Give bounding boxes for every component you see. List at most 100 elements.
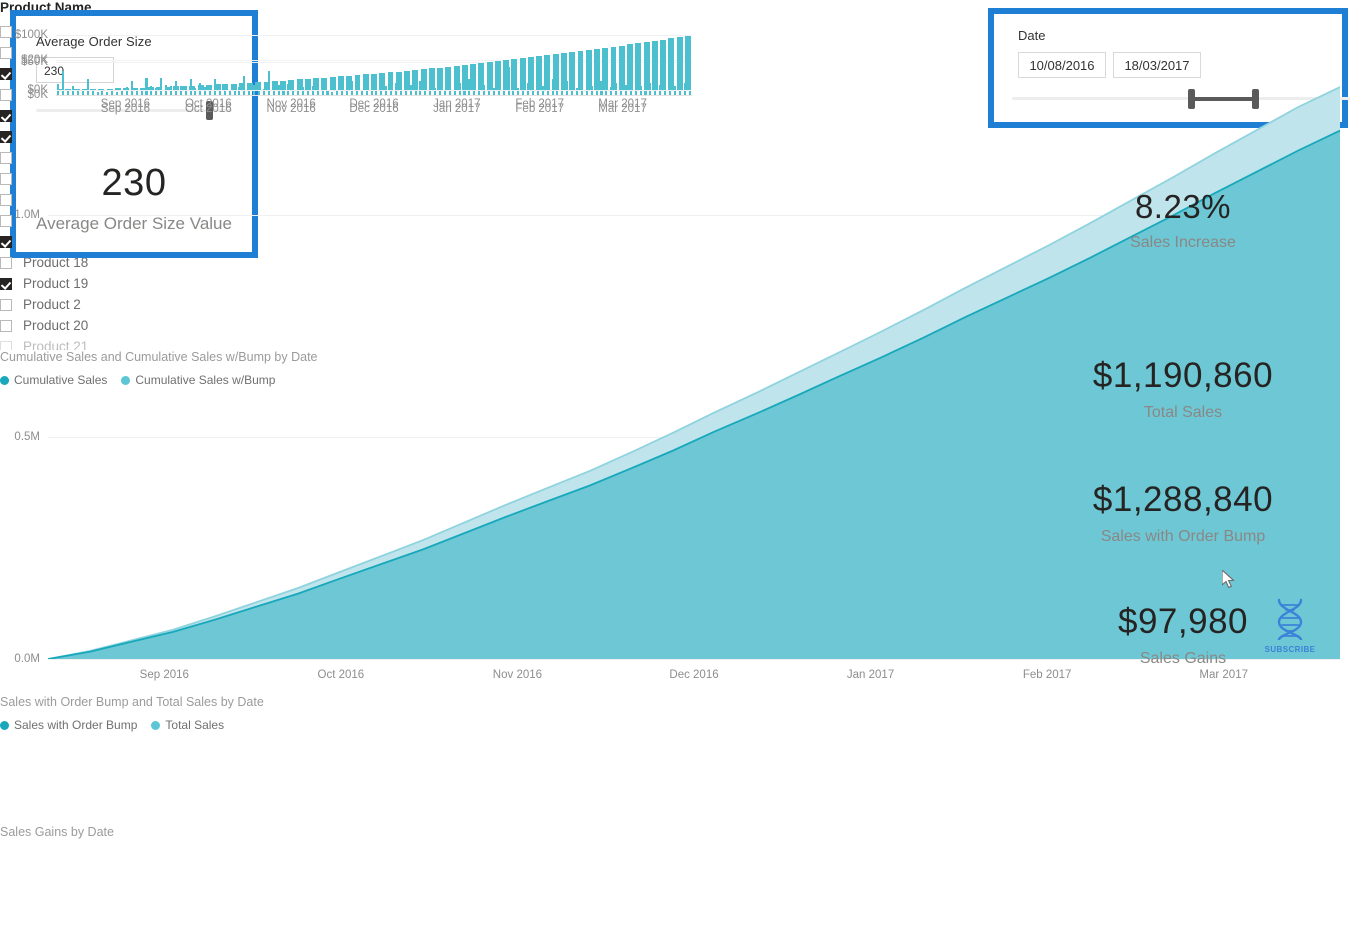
bar[interactable]	[255, 82, 262, 90]
bar[interactable]	[676, 37, 683, 90]
bar[interactable]	[98, 88, 105, 90]
checkbox-icon[interactable]	[0, 214, 12, 227]
bar[interactable]	[635, 43, 642, 90]
bar[interactable]	[222, 84, 229, 90]
checkbox-icon[interactable]	[0, 151, 12, 164]
bar[interactable]	[470, 64, 477, 90]
bar[interactable]	[552, 54, 559, 90]
bar[interactable]	[660, 39, 667, 90]
bar[interactable]	[379, 73, 386, 90]
bar[interactable]	[321, 77, 328, 90]
sales-with-order-bump-chart[interactable]: Sales with Order Bump and Total Sales by…	[0, 54, 700, 825]
bar[interactable]	[420, 69, 427, 90]
legend-item-sales-with-order-bump[interactable]: Sales with Order Bump	[0, 718, 137, 732]
bar[interactable]	[280, 80, 287, 90]
bar[interactable]	[123, 88, 130, 90]
bar[interactable]	[668, 38, 675, 90]
bar[interactable]	[81, 89, 88, 90]
bar[interactable]	[197, 85, 204, 90]
bar[interactable]	[156, 87, 163, 90]
bar[interactable]	[585, 50, 592, 90]
bar[interactable]	[618, 45, 625, 90]
bar[interactable]	[90, 89, 97, 90]
checkbox-icon[interactable]	[0, 172, 12, 185]
bar[interactable]	[627, 44, 634, 90]
bar[interactable]	[96, 91, 99, 95]
bar[interactable]	[331, 91, 334, 95]
bar[interactable]	[387, 72, 394, 90]
bar[interactable]	[131, 87, 138, 90]
bar[interactable]	[271, 81, 278, 90]
chart-legend[interactable]: Sales with Order Bump Total Sales	[0, 718, 700, 732]
bar[interactable]	[164, 86, 171, 90]
bar[interactable]	[172, 86, 179, 90]
bar[interactable]	[263, 81, 270, 90]
bar[interactable]	[73, 89, 80, 90]
kpi-sales-with-order-bump[interactable]: $1,288,840 Sales with Order Bump	[1033, 481, 1333, 546]
bar[interactable]	[412, 69, 419, 90]
checkbox-icon[interactable]	[0, 193, 12, 206]
bar[interactable]	[189, 85, 196, 90]
legend-item-total-sales[interactable]: Total Sales	[151, 718, 224, 732]
bar[interactable]	[329, 77, 336, 90]
bar[interactable]	[536, 56, 543, 90]
cumulative-sales-chart[interactable]: Cumulative Sales and Cumulative Sales w/…	[0, 86, 1340, 695]
bar[interactable]	[181, 86, 187, 90]
bar[interactable]	[445, 66, 452, 90]
bar[interactable]	[354, 75, 361, 90]
bar[interactable]	[101, 90, 104, 95]
bar[interactable]	[503, 60, 510, 90]
bar[interactable]	[362, 74, 369, 90]
sales-gains-chart[interactable]: Sales Gains by Date $0K $50K $100K Sep 2016…	[0, 29, 700, 947]
bar[interactable]	[544, 55, 551, 90]
bar[interactable]	[519, 58, 526, 90]
bar[interactable]	[288, 80, 295, 90]
bar[interactable]	[326, 90, 329, 95]
checkbox-checked-icon[interactable]	[0, 67, 12, 80]
bar[interactable]	[561, 53, 567, 90]
kpi-total-sales[interactable]: $1,190,860 Total Sales	[1033, 357, 1333, 422]
gains-plot[interactable]: $0K $50K $100K Sep 2016 Oct 2016 Nov 2016 Dec …	[15, 28, 692, 110]
checkbox-checked-icon[interactable]	[0, 109, 12, 122]
bar[interactable]	[371, 73, 377, 90]
bar[interactable]	[428, 68, 435, 90]
bar[interactable]	[76, 90, 80, 95]
bar[interactable]	[148, 87, 154, 90]
bar[interactable]	[651, 40, 658, 90]
bar[interactable]	[337, 76, 344, 90]
bar[interactable]	[65, 89, 72, 90]
bar[interactable]	[304, 78, 311, 90]
bar[interactable]	[116, 91, 119, 95]
checkbox-icon[interactable]	[0, 319, 12, 332]
bar[interactable]	[511, 59, 518, 90]
bar[interactable]	[486, 62, 493, 90]
bar[interactable]	[238, 83, 245, 90]
bar[interactable]	[346, 75, 353, 90]
bar[interactable]	[437, 67, 444, 90]
bar[interactable]	[594, 48, 600, 90]
bar[interactable]	[139, 87, 146, 90]
bar[interactable]	[205, 84, 212, 90]
kpi-sales-increase[interactable]: 8.23% Sales Increase	[1033, 189, 1333, 252]
bar[interactable]	[313, 78, 320, 90]
bar[interactable]	[106, 88, 113, 90]
checkbox-icon[interactable]	[0, 256, 12, 269]
bar[interactable]	[610, 46, 617, 90]
checkbox-checked-icon[interactable]	[0, 235, 12, 248]
checkbox-icon[interactable]	[0, 25, 12, 38]
bar[interactable]	[569, 52, 576, 90]
bar[interactable]	[91, 90, 94, 95]
bar[interactable]	[296, 79, 303, 90]
bar[interactable]	[478, 63, 485, 90]
bar[interactable]	[577, 51, 584, 90]
bar[interactable]	[527, 57, 534, 90]
bar[interactable]	[214, 84, 221, 90]
subscribe-watermark[interactable]: SUBSCRIBE	[1258, 598, 1322, 654]
bar[interactable]	[453, 65, 460, 90]
bar[interactable]	[448, 90, 451, 95]
bar[interactable]	[461, 64, 468, 90]
bar[interactable]	[57, 89, 64, 90]
bar[interactable]	[395, 71, 402, 90]
checkbox-icon[interactable]	[0, 298, 12, 311]
bar[interactable]	[230, 83, 237, 90]
